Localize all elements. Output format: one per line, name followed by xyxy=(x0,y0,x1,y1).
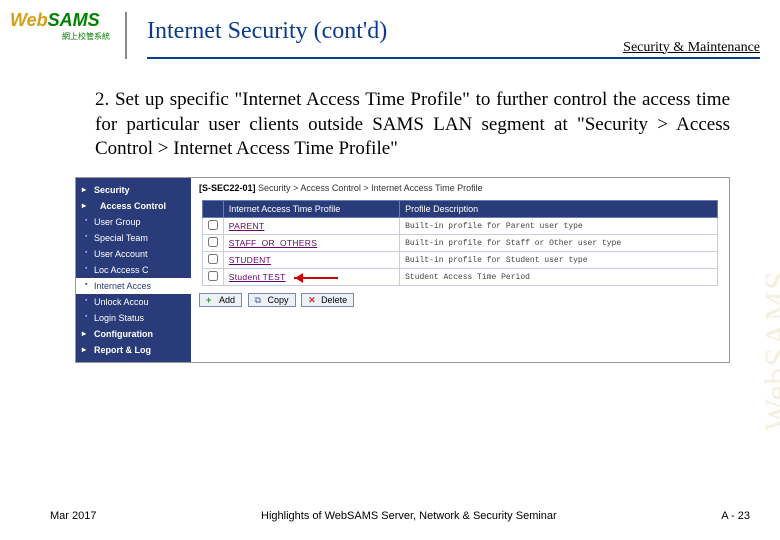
logo-subtitle: 網上校管系統 xyxy=(10,31,110,42)
sidebar-item[interactable]: User Account xyxy=(76,246,191,262)
profile-desc: Built-in profile for Student user type xyxy=(400,252,718,269)
page-breadcrumb: [S-SEC22-01] Security > Access Control >… xyxy=(191,178,729,198)
profile-link[interactable]: STUDENT xyxy=(229,255,271,265)
row-checkbox[interactable] xyxy=(208,254,218,264)
table-row: STUDENT Built-in profile for Student user… xyxy=(202,252,717,269)
profile-desc: Built-in profile for Staff or Other user… xyxy=(400,235,718,252)
embedded-screenshot: Security Access Control User GroupSpecia… xyxy=(75,177,730,363)
profile-link[interactable]: Student TEST xyxy=(229,272,286,282)
logo-sams: SAMS xyxy=(48,10,100,30)
sidebar-group[interactable]: Access Control xyxy=(76,198,191,214)
logo-web: Web xyxy=(10,10,48,30)
table-row: Student TEST Student Access Time Period xyxy=(202,269,717,286)
row-checkbox[interactable] xyxy=(208,237,218,247)
row-checkbox[interactable] xyxy=(208,220,218,230)
sidebar-item[interactable]: Internet Acces xyxy=(76,278,191,294)
add-icon: + xyxy=(206,295,216,305)
sidebar-config[interactable]: Configuration xyxy=(76,326,191,342)
col-profile: Internet Access Time Profile xyxy=(223,201,399,218)
title-divider xyxy=(147,57,760,59)
sidebar-root[interactable]: Security xyxy=(76,182,191,198)
slide-footer: Mar 2017 Highlights of WebSAMS Server, N… xyxy=(0,510,780,522)
profile-table: Internet Access Time Profile Profile Des… xyxy=(202,200,718,286)
col-checkbox xyxy=(202,201,223,218)
col-desc: Profile Description xyxy=(400,201,718,218)
slide-header: WebSAMS 網上校管系統 Internet Security (cont'd… xyxy=(0,0,780,60)
row-checkbox[interactable] xyxy=(208,271,218,281)
button-bar: +Add ⧉Copy ✕Delete xyxy=(191,288,729,312)
add-button[interactable]: +Add xyxy=(199,293,242,307)
section-breadcrumb: Security & Maintenance xyxy=(623,40,760,56)
sidebar-item[interactable]: Loc Access C xyxy=(76,262,191,278)
copy-button[interactable]: ⧉Copy xyxy=(248,293,296,307)
sidebar-item[interactable]: Login Status xyxy=(76,310,191,326)
sidebar-report[interactable]: Report & Log xyxy=(76,342,191,358)
sidebar-item[interactable]: Special Team xyxy=(76,230,191,246)
nav-sidebar: Security Access Control User GroupSpecia… xyxy=(76,178,191,362)
page-path: Security > Access Control > Internet Acc… xyxy=(258,183,483,193)
annotation-arrow xyxy=(294,274,344,282)
table-row: PARENT Built-in profile for Parent user t… xyxy=(202,218,717,235)
page-code: [S-SEC22-01] xyxy=(199,183,256,193)
instruction-text: 2. Set up specific "Internet Access Time… xyxy=(95,88,730,162)
sidebar-item[interactable]: Unlock Accou xyxy=(76,294,191,310)
watermark: WebSAMS xyxy=(759,270,780,431)
main-panel: [S-SEC22-01] Security > Access Control >… xyxy=(191,178,729,362)
profile-link[interactable]: PARENT xyxy=(229,221,265,231)
copy-icon: ⧉ xyxy=(255,295,265,305)
footer-date: Mar 2017 xyxy=(50,510,96,522)
delete-icon: ✕ xyxy=(308,295,318,305)
profile-desc: Built-in profile for Parent user type xyxy=(400,218,718,235)
sidebar-item[interactable]: User Group xyxy=(76,214,191,230)
profile-desc: Student Access Time Period xyxy=(400,269,718,286)
profile-link[interactable]: STAFF_OR_OTHERS xyxy=(229,238,317,248)
delete-button[interactable]: ✕Delete xyxy=(301,293,354,307)
table-row: STAFF_OR_OTHERS Built-in profile for Staf… xyxy=(202,235,717,252)
websams-logo: WebSAMS 網上校管系統 xyxy=(10,10,110,60)
footer-page: A - 23 xyxy=(721,510,750,522)
footer-title: Highlights of WebSAMS Server, Network & … xyxy=(261,510,557,522)
